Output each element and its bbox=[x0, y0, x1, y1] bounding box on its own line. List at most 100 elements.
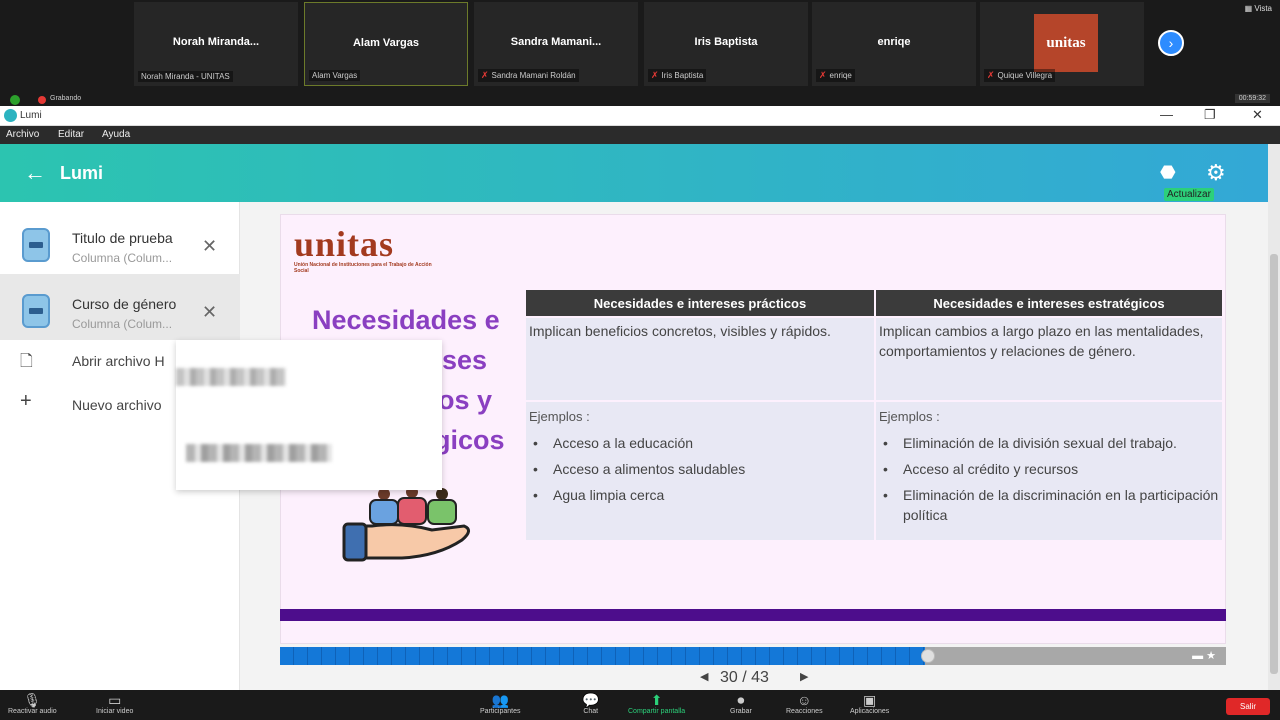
mic-muted-icon: ✗ bbox=[987, 70, 995, 80]
participant-avatar-logo: unitas bbox=[1034, 14, 1098, 72]
h5p-file-icon bbox=[22, 294, 50, 328]
participant-label: ✗ Iris Baptista bbox=[648, 69, 707, 82]
close-file-icon[interactable]: ✕ bbox=[202, 236, 217, 257]
app-title: Lumi bbox=[60, 163, 103, 183]
participant-tile[interactable]: enriqe ✗ enriqe bbox=[812, 2, 976, 86]
chat-button[interactable]: 💬 Chat bbox=[582, 692, 599, 715]
file-icon: 🗋 bbox=[20, 353, 33, 370]
smiley-icon: ☺ bbox=[797, 692, 812, 708]
leave-meeting-button[interactable]: Salir bbox=[1225, 698, 1270, 715]
participant-tile[interactable]: Sandra Mamani... ✗ Sandra Mamani Roldán bbox=[474, 2, 638, 86]
file-subtitle: Columna (Colum... bbox=[72, 251, 173, 265]
record-icon: ⏺ bbox=[737, 692, 745, 708]
participant-label: ✗ enriqe bbox=[816, 69, 855, 82]
menu-editar[interactable]: Editar bbox=[58, 129, 84, 140]
chat-icon: 💬 bbox=[582, 692, 600, 708]
menu-ayuda[interactable]: Ayuda bbox=[102, 129, 130, 140]
lumi-app-icon bbox=[4, 109, 17, 122]
examples-cell-strategic: Ejemplos : Eliminación de la división se… bbox=[876, 402, 1222, 540]
page-indicator: 30 / 43 bbox=[720, 669, 769, 686]
prev-slide-icon[interactable]: ◀ bbox=[700, 670, 708, 683]
zoom-toolbar: 🎙 Reactivar audio ▭ Iniciar video 👥 Partici… bbox=[0, 690, 1280, 720]
start-video-button[interactable]: ▭ Iniciar video bbox=[96, 692, 133, 715]
unmute-button[interactable]: 🎙 Reactivar audio bbox=[8, 692, 57, 715]
blurred-text bbox=[186, 444, 332, 462]
participant-tile[interactable]: Iris Baptista ✗ Iris Baptista bbox=[644, 2, 808, 86]
participant-label: ✗ Quique Villegra bbox=[984, 69, 1056, 82]
update-icon[interactable]: ⬣ bbox=[1160, 162, 1180, 182]
share-screen-icon: ⬆ bbox=[650, 692, 663, 708]
file-subtitle: Columna (Colum... bbox=[72, 317, 173, 331]
needs-table: Necesidades e intereses prácticos Necesi… bbox=[526, 290, 1222, 540]
list-item: Agua limpia cerca bbox=[529, 485, 871, 505]
share-screen-button[interactable]: ⬆ Compartir pantalla bbox=[628, 692, 685, 715]
participant-name: Sandra Mamani... bbox=[510, 36, 602, 48]
slide-divider-bar bbox=[280, 609, 1226, 621]
participant-tile-active[interactable]: Alam Vargas Alam Vargas bbox=[304, 2, 468, 86]
file-item[interactable]: Titulo de prueba Columna (Colum... ✕ bbox=[0, 208, 240, 274]
table-header: Necesidades e intereses prácticos bbox=[526, 290, 874, 316]
list-item: Acceso al crédito y recursos bbox=[879, 459, 1219, 479]
file-item-selected[interactable]: Curso de género Columna (Colum... ✕ bbox=[0, 274, 240, 340]
recording-bar: Grabando 00:59:32 bbox=[0, 92, 1280, 106]
mic-muted-icon: ✗ bbox=[481, 70, 489, 80]
apps-button[interactable]: ▣ Aplicaciones bbox=[850, 692, 889, 715]
list-item: Acceso a alimentos saludables bbox=[529, 459, 871, 479]
slide-pager: ◀ 30 / 43 ▶ bbox=[700, 669, 810, 689]
next-participants-button[interactable]: › bbox=[1158, 30, 1184, 56]
recording-icon bbox=[38, 96, 46, 104]
obscured-popup bbox=[176, 340, 442, 490]
close-file-icon[interactable]: ✕ bbox=[202, 302, 217, 323]
slide-progress-bar[interactable]: ▬ ★ bbox=[280, 647, 1226, 665]
microphone-icon: 🎙 bbox=[23, 692, 42, 708]
file-title: Curso de género bbox=[72, 296, 177, 312]
window-title: Lumi bbox=[20, 110, 42, 121]
reactions-button[interactable]: ☺ Reacciones bbox=[786, 692, 823, 715]
list-item: Eliminación de la discriminación en la p… bbox=[879, 485, 1219, 525]
participant-tile[interactable]: unitas ✗ Quique Villegra bbox=[980, 2, 1144, 86]
video-off-icon: ▭ bbox=[108, 692, 122, 708]
table-cell: Implican cambios a largo plazo en las me… bbox=[876, 318, 1222, 400]
update-label[interactable]: Actualizar bbox=[1164, 188, 1214, 201]
star-icon[interactable]: ▬ ★ bbox=[1192, 649, 1216, 662]
table-cell: Implican beneficios concretos, visibles … bbox=[526, 318, 874, 400]
participants-icon: 👥 bbox=[491, 692, 509, 708]
grid-icon: ▦ bbox=[1244, 4, 1255, 13]
list-item: Eliminación de la división sexual del tr… bbox=[879, 433, 1219, 453]
participant-label: Alam Vargas bbox=[309, 70, 361, 81]
mic-muted-icon: ✗ bbox=[651, 70, 659, 80]
back-arrow-icon[interactable]: ← bbox=[24, 160, 46, 186]
new-file-label: Nuevo archivo bbox=[72, 397, 162, 413]
window-scrollbar[interactable] bbox=[1268, 144, 1280, 690]
menu-bar: Archivo Editar Ayuda bbox=[0, 126, 1280, 144]
participant-name: Alam Vargas bbox=[352, 37, 420, 49]
progress-knob[interactable] bbox=[921, 649, 935, 663]
participant-label: Norah Miranda - UNITAS bbox=[138, 71, 233, 82]
participant-tile[interactable]: Norah Miranda... Norah Miranda - UNITAS bbox=[134, 2, 298, 86]
apps-icon: ▣ bbox=[863, 692, 877, 708]
view-toggle[interactable]: ▦ Vista bbox=[1245, 4, 1272, 13]
minimize-icon[interactable]: — bbox=[1160, 107, 1173, 122]
recording-label: Grabando bbox=[50, 95, 82, 102]
progress-fill bbox=[280, 647, 925, 665]
table-header: Necesidades e intereses estratégicos bbox=[876, 290, 1222, 316]
record-button[interactable]: ⏺ Grabar bbox=[730, 692, 752, 715]
participants-button[interactable]: 👥 Participantes bbox=[480, 692, 520, 715]
close-window-icon[interactable]: ✕ bbox=[1252, 107, 1263, 123]
participant-name: Iris Baptista bbox=[694, 36, 758, 48]
participant-name: enriqe bbox=[877, 36, 911, 48]
helping-hand-people-icon bbox=[342, 486, 470, 562]
security-shield-icon bbox=[10, 95, 20, 105]
gear-icon[interactable]: ⚙ bbox=[1206, 160, 1226, 186]
restore-icon[interactable]: ❐ bbox=[1204, 107, 1216, 123]
app-bar: ← Lumi ⬣ ⚙ Actualizar bbox=[0, 144, 1268, 202]
open-file-label: Abrir archivo H bbox=[72, 353, 165, 369]
menu-archivo[interactable]: Archivo bbox=[6, 129, 39, 140]
blurred-text bbox=[176, 368, 286, 386]
participant-label: ✗ Sandra Mamani Roldán bbox=[478, 69, 579, 82]
scrollbar-thumb[interactable] bbox=[1270, 254, 1278, 674]
examples-cell-practical: Ejemplos : Acceso a la educación Acceso … bbox=[526, 402, 874, 540]
list-item: Acceso a la educación bbox=[529, 433, 871, 453]
next-slide-icon[interactable]: ▶ bbox=[800, 670, 808, 683]
file-title: Titulo de prueba bbox=[72, 230, 173, 246]
